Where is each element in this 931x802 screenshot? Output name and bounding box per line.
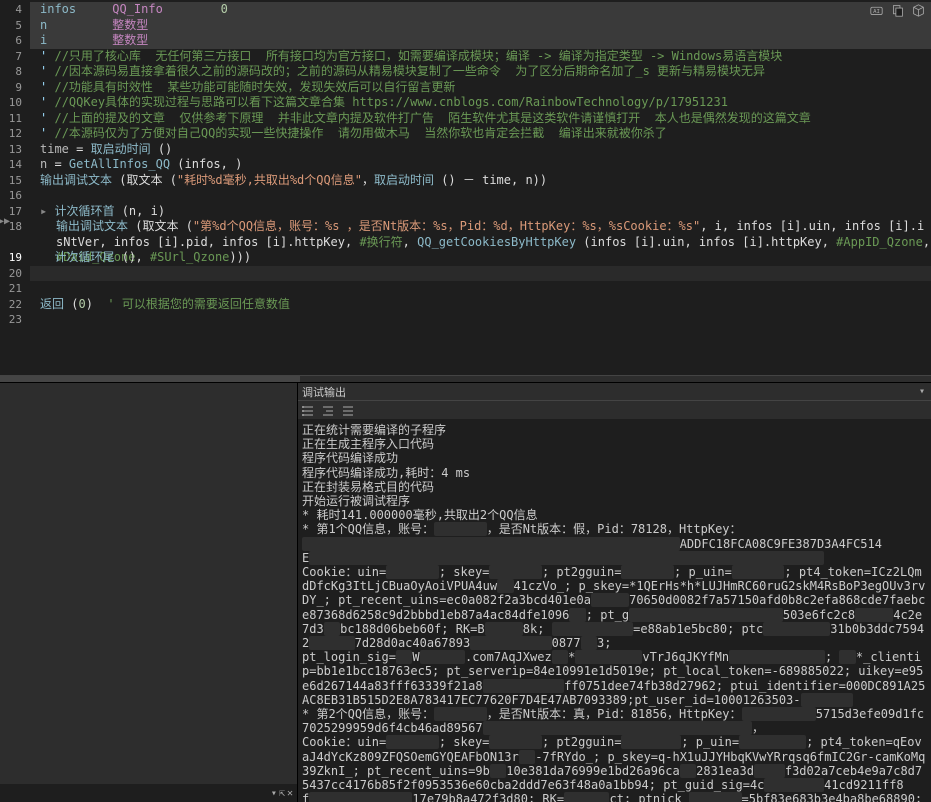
line-gutter: 4567891011121314151617181920212223: [0, 0, 30, 375]
scrollbar-thumb[interactable]: [0, 376, 300, 382]
indent-icon[interactable]: [322, 404, 334, 417]
code-area[interactable]: infos QQ_Info 0n 整数型 i 整数型 ' //只用了核心库 无任…: [30, 0, 931, 375]
svg-text:AI: AI: [873, 9, 880, 15]
clear-icon[interactable]: [342, 404, 354, 417]
pin-icon[interactable]: ⇱: [279, 788, 285, 799]
close-icon[interactable]: ✕: [287, 788, 293, 799]
cube-icon[interactable]: [912, 4, 925, 21]
output-panel: 调试输出 ▾ 正在统计需要编译的子程序 正在生成主程序入口代码 程序代码编译成功…: [298, 383, 931, 802]
breakpoint-marker: ▶▶: [0, 216, 10, 227]
copy-icon[interactable]: [891, 4, 904, 21]
splitter[interactable]: [0, 375, 931, 383]
code-editor[interactable]: ▶▶ 4567891011121314151617181920212223 in…: [0, 0, 931, 375]
list-icon[interactable]: [302, 404, 314, 417]
dropdown-icon[interactable]: ▾: [919, 386, 925, 397]
dropdown-icon[interactable]: ▾: [271, 788, 277, 799]
side-panel[interactable]: ▾ ⇱ ✕: [0, 383, 298, 802]
ai-icon[interactable]: AI: [870, 4, 883, 21]
tab-debug-output[interactable]: 调试输出: [302, 384, 346, 400]
debug-output[interactable]: 正在统计需要编译的子程序 正在生成主程序入口代码 程序代码编译成功 程序代码编译…: [298, 419, 931, 802]
